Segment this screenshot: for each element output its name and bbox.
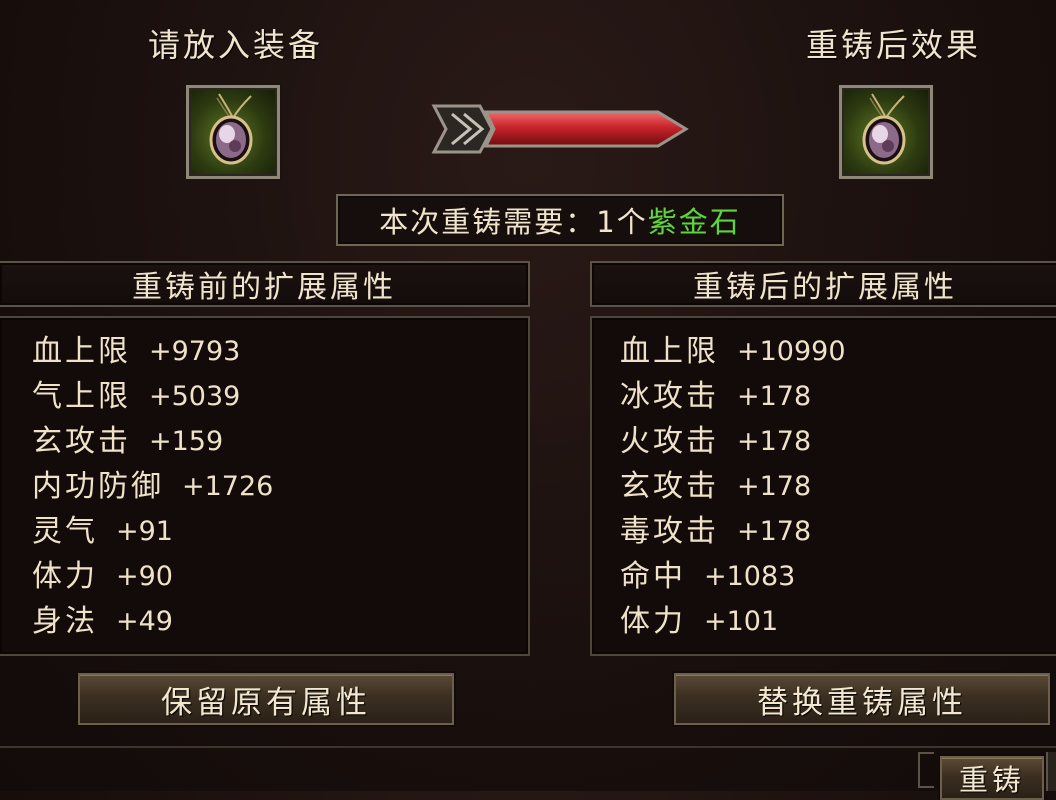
keep-original-attributes-button[interactable]: 保留原有属性 — [78, 673, 454, 725]
attribute-value: +101 — [704, 606, 779, 637]
keep-button-label: 保留原有属性 — [161, 684, 371, 721]
attribute-name: 体力 — [32, 559, 98, 594]
after-attributes-panel: 血上限 +10990 冰攻击 +178 火攻击 +178 玄攻击 +178 毒攻… — [590, 316, 1056, 656]
attribute-row: 气上限 +5039 — [32, 375, 240, 419]
attribute-row: 命中 +1083 — [620, 555, 795, 599]
attribute-row: 内功防御 +1726 — [32, 465, 273, 509]
attribute-row: 火攻击 +178 — [620, 420, 811, 464]
attribute-name: 灵气 — [32, 514, 98, 549]
attribute-name: 血上限 — [32, 334, 131, 369]
amulet-icon — [209, 93, 253, 165]
attribute-name: 身法 — [32, 604, 98, 639]
attribute-value: +178 — [737, 426, 812, 457]
attribute-row: 冰攻击 +178 — [620, 375, 811, 419]
input-slot-title: 请放入装备 — [148, 26, 324, 64]
attribute-name: 玄攻击 — [620, 469, 719, 504]
attribute-value: +178 — [737, 516, 812, 547]
after-header-label: 重铸后的扩展属性 — [693, 270, 957, 305]
attribute-row: 玄攻击 +178 — [620, 465, 811, 509]
attribute-name: 血上限 — [620, 334, 719, 369]
attribute-row: 灵气 +91 — [32, 510, 173, 554]
attribute-value: +1083 — [704, 561, 796, 592]
amulet-icon — [862, 93, 906, 165]
attribute-name: 气上限 — [32, 379, 131, 414]
attribute-value: +49 — [116, 606, 173, 637]
attribute-value: +10990 — [737, 336, 846, 367]
attribute-name: 火攻击 — [620, 424, 719, 459]
reforge-button-label: 重铸 — [958, 763, 1025, 797]
attribute-value: +178 — [737, 381, 812, 412]
reforge-button[interactable]: 重铸 — [940, 756, 1044, 800]
frame-edge — [1046, 752, 1056, 791]
transform-arrow — [430, 100, 692, 158]
before-header-label: 重铸前的扩展属性 — [132, 270, 396, 305]
output-slot-title: 重铸后效果 — [806, 26, 982, 64]
attribute-row: 玄攻击 +159 — [32, 420, 223, 464]
cost-prefix: 本次重铸需要： — [379, 205, 597, 239]
bottom-divider — [0, 746, 1056, 748]
attribute-row: 体力 +90 — [32, 555, 173, 599]
attribute-value: +5039 — [149, 381, 241, 412]
output-preview-slot — [839, 85, 933, 179]
attribute-row: 身法 +49 — [32, 600, 173, 644]
attribute-name: 玄攻击 — [32, 424, 131, 459]
input-equipment-slot[interactable] — [186, 85, 280, 179]
attribute-row: 血上限 +10990 — [620, 330, 846, 374]
cost-quantity: 1个 — [596, 205, 648, 239]
attribute-row: 毒攻击 +178 — [620, 510, 811, 554]
attribute-value: +159 — [149, 426, 224, 457]
cost-item-name: 紫金石 — [647, 205, 741, 239]
attribute-value: +91 — [116, 516, 173, 547]
attribute-value: +90 — [116, 561, 173, 592]
attribute-row: 血上限 +9793 — [32, 330, 240, 374]
attribute-name: 体力 — [620, 604, 686, 639]
frame-ornament — [918, 752, 934, 788]
replace-reforged-attributes-button[interactable]: 替换重铸属性 — [674, 673, 1050, 725]
replace-button-label: 替换重铸属性 — [757, 684, 967, 721]
attribute-name: 命中 — [620, 559, 686, 594]
attribute-name: 冰攻击 — [620, 379, 719, 414]
before-attributes-panel: 血上限 +9793 气上限 +5039 玄攻击 +159 内功防御 +1726 … — [0, 316, 530, 656]
attribute-value: +178 — [737, 471, 812, 502]
attribute-value: +9793 — [149, 336, 241, 367]
attribute-value: +1726 — [182, 471, 274, 502]
after-attributes-header: 重铸后的扩展属性 — [590, 261, 1056, 307]
reforge-cost-box: 本次重铸需要： 1个 紫金石 — [336, 194, 784, 246]
attribute-name: 内功防御 — [32, 469, 164, 504]
attribute-name: 毒攻击 — [620, 514, 719, 549]
attribute-row: 体力 +101 — [620, 600, 778, 644]
before-attributes-header: 重铸前的扩展属性 — [0, 261, 530, 307]
